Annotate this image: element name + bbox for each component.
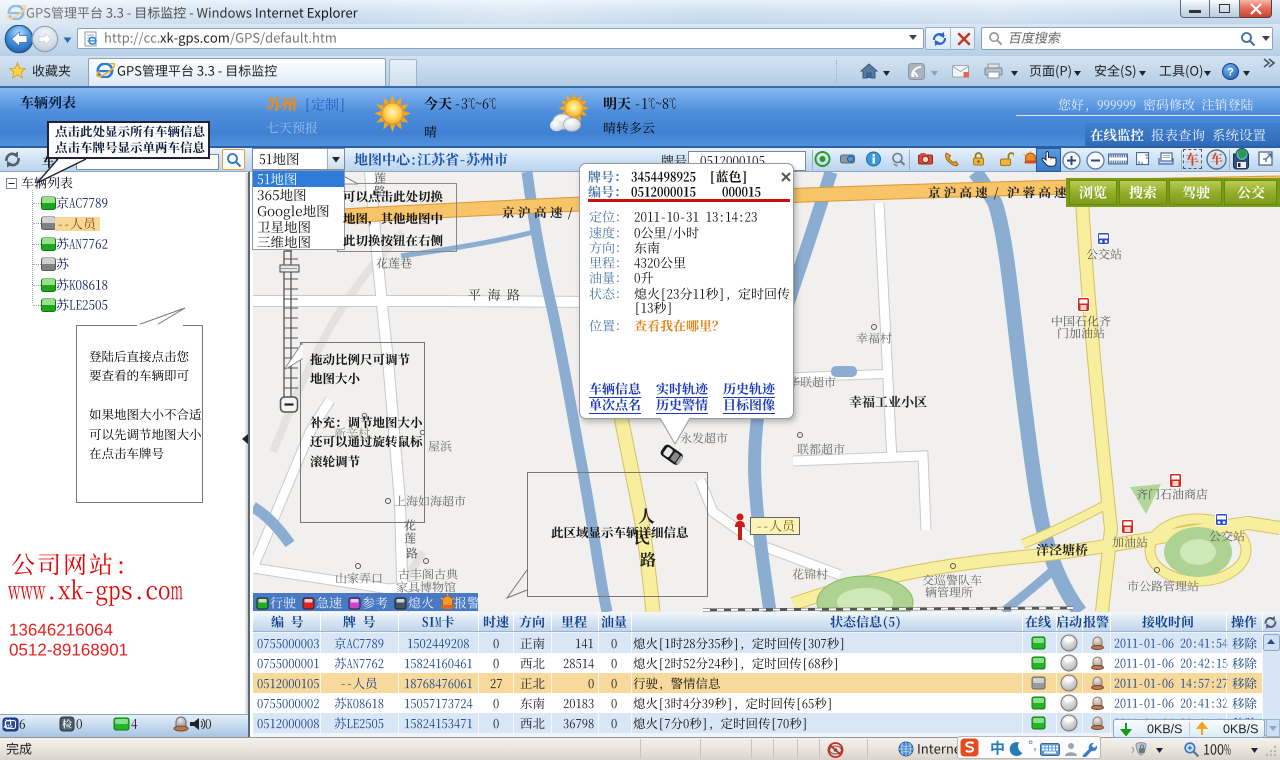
svg-text:?: ?	[1227, 67, 1234, 79]
